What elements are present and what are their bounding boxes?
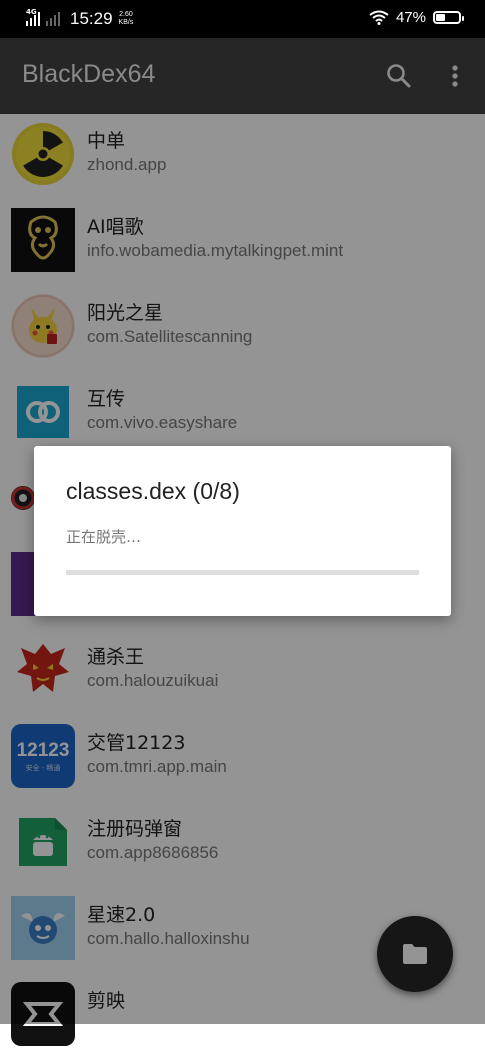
more-vert-icon[interactable]	[446, 64, 464, 90]
clock: 15:29	[70, 9, 113, 28]
progress-dialog: classes.dex (0/8) 正在脱壳…	[34, 446, 451, 616]
speed-value: 2.60	[119, 11, 133, 18]
app-title: BlackDex64	[22, 60, 156, 88]
battery-fill	[436, 14, 446, 21]
app-bar: BlackDex64	[0, 38, 485, 114]
search-icon[interactable]	[385, 62, 413, 90]
network-type: 4G	[26, 8, 37, 16]
dialog-title: classes.dex (0/8)	[66, 478, 240, 504]
status-right: 47%	[369, 9, 464, 26]
cell-signal-icon: 4G	[26, 8, 40, 26]
progress-bar	[66, 570, 419, 575]
battery-percent: 47%	[395, 9, 426, 26]
dialog-message: 正在脱壳…	[66, 528, 142, 546]
status-bar: 4G 15:29 2.60 KB/s 47%	[0, 0, 485, 38]
status-left: 4G 15:29 2.60 KB/s	[26, 8, 134, 29]
wifi-icon	[369, 10, 389, 25]
cell-signal-2-icon	[46, 12, 60, 26]
speed-unit: KB/s	[118, 19, 134, 26]
network-speed: 2.60 KB/s	[119, 11, 134, 27]
battery-icon	[433, 11, 464, 24]
